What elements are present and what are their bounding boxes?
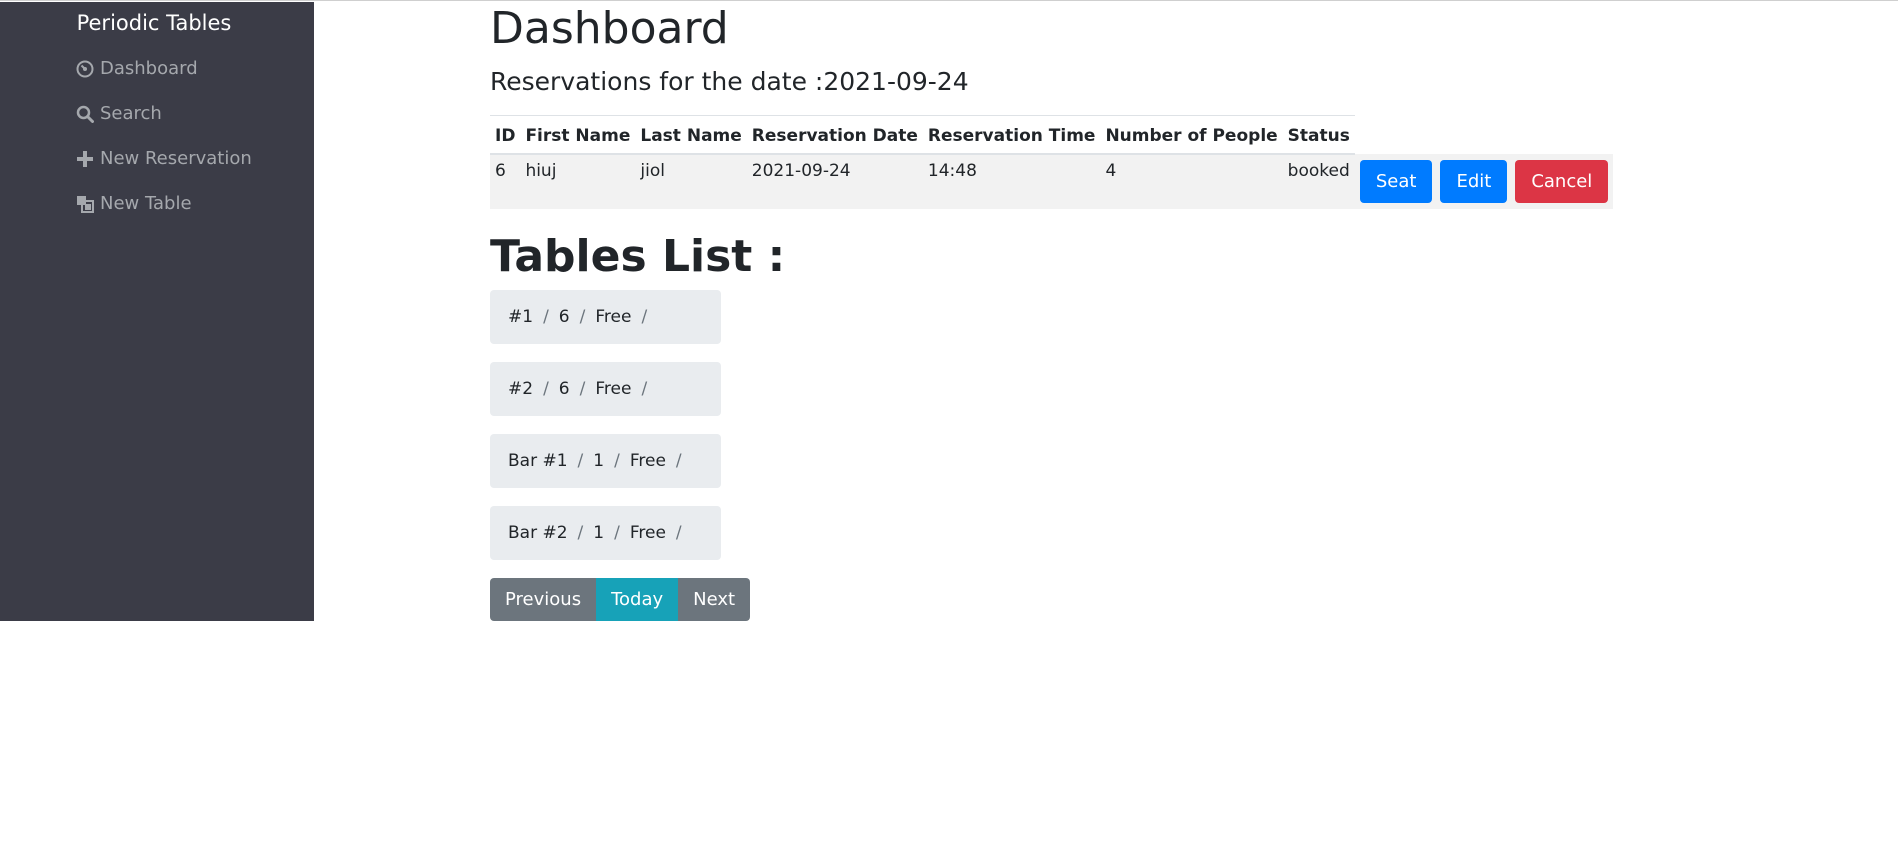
next-button[interactable]: Next: [678, 578, 751, 621]
today-button[interactable]: Today: [596, 578, 679, 621]
table-list-item: Bar #2 / 1 / Free /: [490, 506, 721, 560]
sidebar-item-new-table[interactable]: New Table: [76, 193, 192, 214]
column-header: Number of People: [1100, 115, 1283, 155]
layers-icon: [76, 195, 94, 213]
table-capacity: 6: [558, 307, 570, 327]
page: Periodic Tables Dashboard Search New Res…: [0, 0, 1898, 841]
separator: /: [577, 451, 584, 471]
previous-button[interactable]: Previous: [490, 578, 597, 621]
table-status: Free: [595, 307, 632, 327]
table-name: Bar #1: [508, 451, 568, 471]
sidebar: Periodic Tables Dashboard Search New Res…: [0, 2, 314, 621]
table-status: Free: [629, 451, 666, 471]
column-header: First Name: [520, 115, 636, 155]
column-header: Last Name: [635, 115, 747, 155]
search-icon: [76, 105, 94, 123]
separator: /: [614, 451, 620, 471]
plus-icon: [76, 150, 94, 168]
cell-actions: Seat Edit Cancel: [1354, 154, 1614, 209]
dashboard-icon: [76, 60, 94, 78]
reservations-table: ID First Name Last Name Reservation Date…: [490, 115, 1614, 209]
separator: /: [543, 307, 549, 327]
cancel-button[interactable]: Cancel: [1515, 160, 1609, 203]
column-header: Reservation Time: [922, 115, 1101, 155]
cell-time: 14:48: [922, 154, 1101, 209]
table-name: Bar #2: [508, 523, 568, 543]
sidebar-item-label: Search: [100, 103, 162, 124]
table-list-item: #1 / 6 / Free /: [490, 290, 721, 344]
sidebar-item-new-reservation[interactable]: New Reservation: [76, 148, 252, 169]
page-title: Dashboard: [490, 3, 729, 54]
separator: /: [543, 379, 549, 399]
table-capacity: 1: [593, 451, 605, 471]
tables-list-title: Tables List :: [490, 231, 786, 282]
column-header: Reservation Date: [746, 115, 923, 155]
separator: /: [641, 379, 648, 399]
table-header-row: ID First Name Last Name Reservation Date…: [490, 115, 1613, 155]
separator: /: [641, 307, 648, 327]
sidebar-item-label: Dashboard: [100, 58, 198, 79]
column-header: ID: [490, 115, 521, 155]
cell-date: 2021-09-24: [746, 154, 923, 209]
table-status: Free: [629, 523, 666, 543]
table-list-item: Bar #1 / 1 / Free /: [490, 434, 721, 488]
column-header: Status: [1282, 115, 1355, 155]
separator: /: [675, 451, 682, 471]
sidebar-item-label: New Reservation: [100, 148, 252, 169]
table-list-item: #2 / 6 / Free /: [490, 362, 721, 416]
reservations-subtitle: Reservations for the date :2021-09-24: [490, 67, 969, 96]
cell-status: booked: [1282, 154, 1355, 209]
cell-people: 4: [1100, 154, 1283, 209]
sidebar-item-search[interactable]: Search: [76, 103, 162, 124]
sidebar-item-label: New Table: [100, 193, 192, 214]
separator: /: [577, 523, 584, 543]
table-capacity: 6: [558, 379, 570, 399]
seat-button[interactable]: Seat: [1359, 160, 1433, 203]
cell-id: 6: [490, 154, 521, 209]
brand-title[interactable]: Periodic Tables: [0, 11, 308, 35]
date-nav-group: Previous Today Next: [490, 578, 751, 621]
column-header-actions: [1355, 116, 1613, 155]
separator: /: [614, 523, 620, 543]
edit-button[interactable]: Edit: [1440, 160, 1508, 203]
table-row: 6 hiuj jiol 2021-09-24 14:48 4 booked Se…: [490, 154, 1614, 209]
separator: /: [579, 307, 586, 327]
table-capacity: 1: [593, 523, 605, 543]
table-name: #1: [508, 307, 534, 327]
table-name: #2: [508, 379, 534, 399]
separator: /: [675, 523, 682, 543]
table-status: Free: [595, 379, 632, 399]
cell-first-name: hiuj: [520, 154, 636, 209]
cell-last-name: jiol: [635, 154, 747, 209]
sidebar-item-dashboard[interactable]: Dashboard: [76, 58, 198, 79]
separator: /: [579, 379, 586, 399]
